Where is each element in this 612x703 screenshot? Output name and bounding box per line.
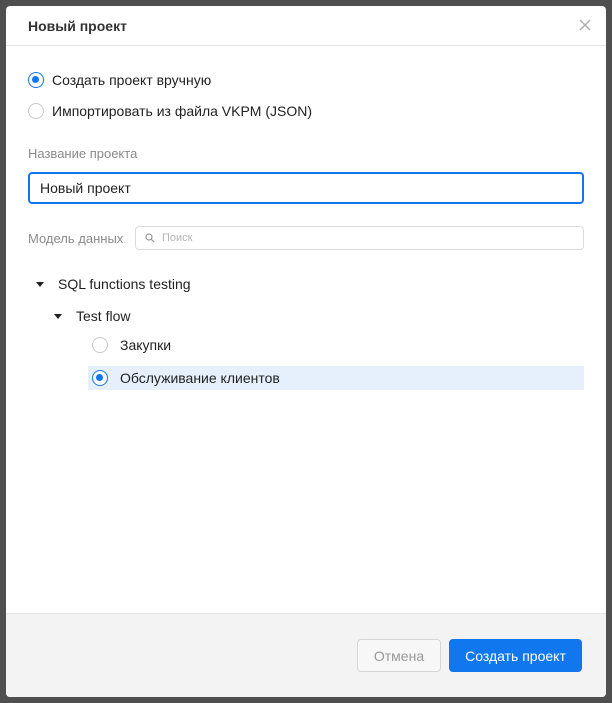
dialog-title: Новый проект bbox=[28, 18, 127, 34]
caret-down-icon[interactable] bbox=[36, 281, 44, 287]
search-input[interactable] bbox=[162, 229, 562, 247]
tree-leaf-label: Обслуживание клиентов bbox=[120, 370, 280, 386]
radio-unchecked-icon[interactable] bbox=[28, 103, 44, 119]
close-icon[interactable] bbox=[576, 16, 594, 34]
project-name-input[interactable] bbox=[28, 172, 584, 204]
tree-node-test-flow[interactable]: Test flow bbox=[54, 308, 130, 324]
dialog-footer: Отмена Создать проект bbox=[6, 613, 606, 697]
create-project-button[interactable]: Создать проект bbox=[449, 639, 582, 672]
radio-unchecked-icon[interactable] bbox=[92, 337, 108, 353]
project-name-label: Название проекта bbox=[28, 146, 138, 161]
import-json-option[interactable]: Импортировать из файла VKPM (JSON) bbox=[28, 103, 312, 119]
cancel-button[interactable]: Отмена bbox=[357, 639, 441, 672]
radio-checked-icon[interactable] bbox=[92, 370, 108, 386]
search-icon bbox=[145, 233, 155, 243]
dialog-header: Новый проект bbox=[6, 6, 606, 46]
create-manually-label: Создать проект вручную bbox=[52, 72, 212, 88]
import-json-label: Импортировать из файла VKPM (JSON) bbox=[52, 103, 313, 119]
search-field[interactable] bbox=[135, 226, 584, 250]
tree-leaf-purchases[interactable]: Закупки bbox=[88, 333, 584, 357]
tree-node-label: SQL functions testing bbox=[58, 276, 191, 292]
create-manually-option[interactable]: Создать проект вручную bbox=[28, 72, 211, 88]
radio-checked-icon[interactable] bbox=[28, 72, 44, 88]
tree-node-sql-functions-testing[interactable]: SQL functions testing bbox=[36, 276, 191, 292]
tree-leaf-label: Закупки bbox=[120, 337, 172, 353]
tree-node-label: Test flow bbox=[76, 308, 131, 324]
tree-leaf-customer-service[interactable]: Обслуживание клиентов bbox=[88, 366, 584, 390]
caret-down-icon[interactable] bbox=[54, 313, 62, 319]
new-project-dialog: Новый проект Создать проект вручную Импо… bbox=[6, 6, 606, 697]
data-model-label: Модель данных bbox=[28, 231, 124, 246]
